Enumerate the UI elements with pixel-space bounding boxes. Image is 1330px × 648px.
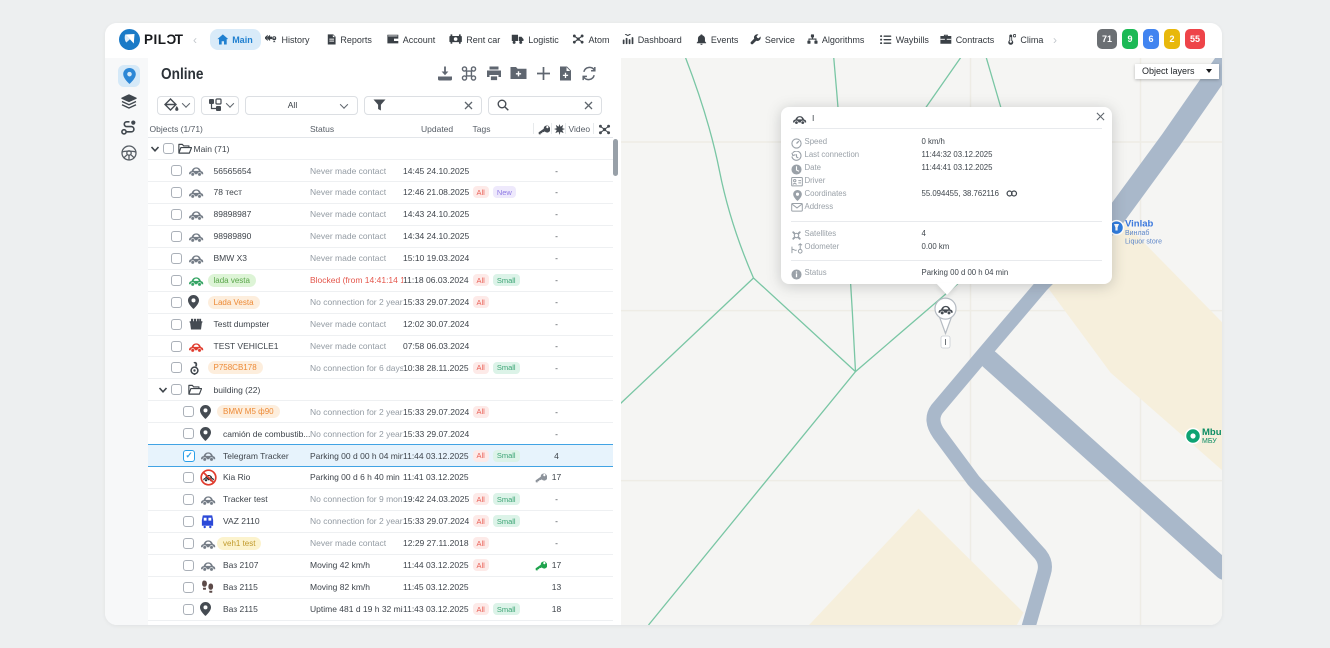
svg-text:Vinlab: Vinlab [1125,218,1154,229]
svg-text:Mbu: Mbu [1202,427,1222,438]
svg-text:МБУ: МБУ [1202,438,1217,445]
svg-text:Винлаб: Винлаб [1125,229,1149,237]
svg-text:Liquor store: Liquor store [1125,238,1162,245]
svg-text:I: I [944,338,946,347]
